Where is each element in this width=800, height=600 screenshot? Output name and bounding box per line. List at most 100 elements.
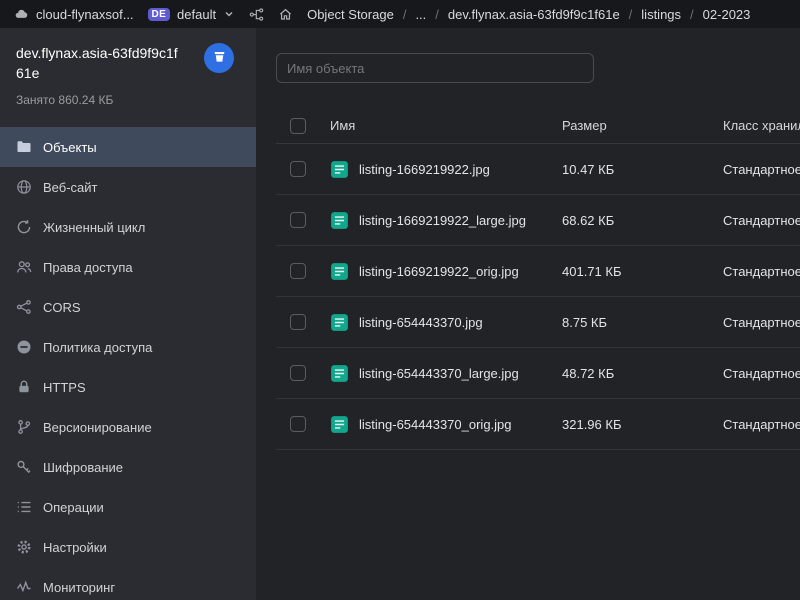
file-icon	[330, 364, 349, 383]
sidebar-item-encryption[interactable]: Шифрование	[0, 447, 256, 487]
sidebar-item-label: Права доступа	[43, 260, 133, 275]
row-checkbox[interactable]	[290, 365, 306, 381]
breadcrumb-separator: /	[690, 7, 694, 22]
topbar: cloud-flynaxsof... DE default Object Sto…	[0, 0, 800, 28]
object-size: 8.75 КБ	[562, 315, 723, 330]
row-checkbox[interactable]	[290, 263, 306, 279]
sidebar-item-label: HTTPS	[43, 380, 86, 395]
row-checkbox[interactable]	[290, 314, 306, 330]
object-name: listing-1669219922_large.jpg	[359, 213, 526, 228]
list-icon	[16, 499, 32, 515]
object-size: 321.96 КБ	[562, 417, 723, 432]
sidebar-item-label: Настройки	[43, 540, 107, 555]
sidebar-item-label: Веб-сайт	[43, 180, 97, 195]
objects-table: Имя Размер Класс хранилища listing-16692…	[276, 108, 800, 450]
breadcrumb-separator: /	[629, 7, 633, 22]
cloud-icon	[14, 7, 29, 22]
table-row[interactable]: listing-654443370.jpg 8.75 КБ Стандартно…	[276, 297, 800, 348]
sidebar-item-monitoring[interactable]: Мониторинг	[0, 567, 256, 600]
object-size: 10.47 КБ	[562, 162, 723, 177]
object-name: listing-654443370_orig.jpg	[359, 417, 512, 432]
sidebar-item-access-policy[interactable]: Политика доступа	[0, 327, 256, 367]
git-branch-icon	[16, 419, 32, 435]
bucket-name: dev.flynax.asia-63fd9f9c1f61e	[16, 44, 184, 83]
file-icon	[330, 211, 349, 230]
breadcrumb-separator: /	[435, 7, 439, 22]
object-storage-class: Стандартное	[723, 417, 800, 432]
sidebar-item-cors[interactable]: CORS	[0, 287, 256, 327]
pulse-icon	[16, 579, 32, 595]
bucket-usage: Занято 860.24 КБ	[16, 93, 240, 107]
key-icon	[16, 459, 32, 475]
sidebar-item-label: Политика доступа	[43, 340, 152, 355]
breadcrumb-item[interactable]: Object Storage	[307, 7, 394, 22]
object-name: listing-654443370_large.jpg	[359, 366, 519, 381]
row-checkbox[interactable]	[290, 416, 306, 432]
env-badge: DE	[148, 8, 171, 21]
sidebar-item-versioning[interactable]: Версионирование	[0, 407, 256, 447]
sidebar-item-label: CORS	[43, 300, 81, 315]
search-input[interactable]	[276, 53, 594, 83]
object-size: 401.71 КБ	[562, 264, 723, 279]
sidebar: dev.flynax.asia-63fd9f9c1f61e Занято 860…	[0, 28, 256, 600]
table-header: Имя Размер Класс хранилища	[276, 108, 800, 144]
sidebar-item-label: Шифрование	[43, 460, 123, 475]
file-icon	[330, 160, 349, 179]
breadcrumb-item[interactable]: listings	[641, 7, 681, 22]
cloud-selector-label: cloud-flynaxsof...	[36, 7, 134, 22]
row-checkbox[interactable]	[290, 212, 306, 228]
breadcrumb-item-current: 02-2023	[703, 7, 751, 22]
breadcrumb-item-ellipsis[interactable]: ...	[415, 7, 426, 22]
bucket-action-button[interactable]	[204, 43, 234, 73]
chevron-down-icon	[223, 8, 235, 20]
object-storage-class: Стандартное	[723, 366, 800, 381]
objects-panel: Имя Размер Класс хранилища listing-16692…	[256, 28, 800, 600]
sidebar-item-https[interactable]: HTTPS	[0, 367, 256, 407]
file-icon	[330, 262, 349, 281]
lock-icon	[16, 379, 32, 395]
object-storage-class: Стандартное	[723, 315, 800, 330]
folder-icon	[16, 139, 32, 155]
sidebar-item-settings[interactable]: Настройки	[0, 527, 256, 567]
sidebar-item-access-rights[interactable]: Права доступа	[0, 247, 256, 287]
sidebar-item-operations[interactable]: Операции	[0, 487, 256, 527]
object-name: listing-654443370.jpg	[359, 315, 483, 330]
gear-icon	[16, 539, 32, 555]
file-icon	[330, 415, 349, 434]
table-row[interactable]: listing-1669219922_large.jpg 68.62 КБ Ст…	[276, 195, 800, 246]
lifecycle-icon	[16, 219, 32, 235]
object-storage-class: Стандартное	[723, 264, 800, 279]
sidebar-item-lifecycle[interactable]: Жизненный цикл	[0, 207, 256, 247]
table-row[interactable]: listing-654443370_orig.jpg 321.96 КБ Ста…	[276, 399, 800, 450]
table-row[interactable]: listing-654443370_large.jpg 48.72 КБ Ста…	[276, 348, 800, 399]
select-all-checkbox[interactable]	[290, 118, 306, 134]
sidebar-item-label: Мониторинг	[43, 580, 115, 595]
globe-icon	[16, 179, 32, 195]
object-storage-class: Стандартное	[723, 162, 800, 177]
cloud-selector[interactable]: cloud-flynaxsof...	[14, 7, 134, 22]
sidebar-item-label: Версионирование	[43, 420, 152, 435]
column-header-name: Имя	[330, 118, 562, 133]
service-map-icon[interactable]	[249, 7, 264, 22]
breadcrumb-separator: /	[403, 7, 407, 22]
share-nodes-icon	[16, 299, 32, 315]
sidebar-item-website[interactable]: Веб-сайт	[0, 167, 256, 207]
object-name: listing-1669219922.jpg	[359, 162, 490, 177]
sidebar-item-label: Объекты	[43, 140, 97, 155]
sidebar-header: dev.flynax.asia-63fd9f9c1f61e Занято 860…	[0, 28, 256, 107]
breadcrumb: Object Storage / ... / dev.flynax.asia-6…	[307, 7, 750, 22]
breadcrumb-item[interactable]: dev.flynax.asia-63fd9f9c1f61e	[448, 7, 620, 22]
sidebar-item-label: Операции	[43, 500, 104, 515]
sidebar-nav: Объекты Веб-сайт Жизненный цикл Права до…	[0, 127, 256, 600]
users-icon	[16, 259, 32, 275]
column-header-storage-class: Класс хранилища	[723, 118, 800, 133]
row-checkbox[interactable]	[290, 161, 306, 177]
folder-selector[interactable]: DE default	[148, 7, 236, 22]
home-icon[interactable]	[278, 7, 293, 22]
sidebar-item-objects[interactable]: Объекты	[0, 127, 256, 167]
table-row[interactable]: listing-1669219922_orig.jpg 401.71 КБ Ст…	[276, 246, 800, 297]
object-storage-class: Стандартное	[723, 213, 800, 228]
table-row[interactable]: listing-1669219922.jpg 10.47 КБ Стандарт…	[276, 144, 800, 195]
file-icon	[330, 313, 349, 332]
blocked-circle-icon	[16, 339, 32, 355]
